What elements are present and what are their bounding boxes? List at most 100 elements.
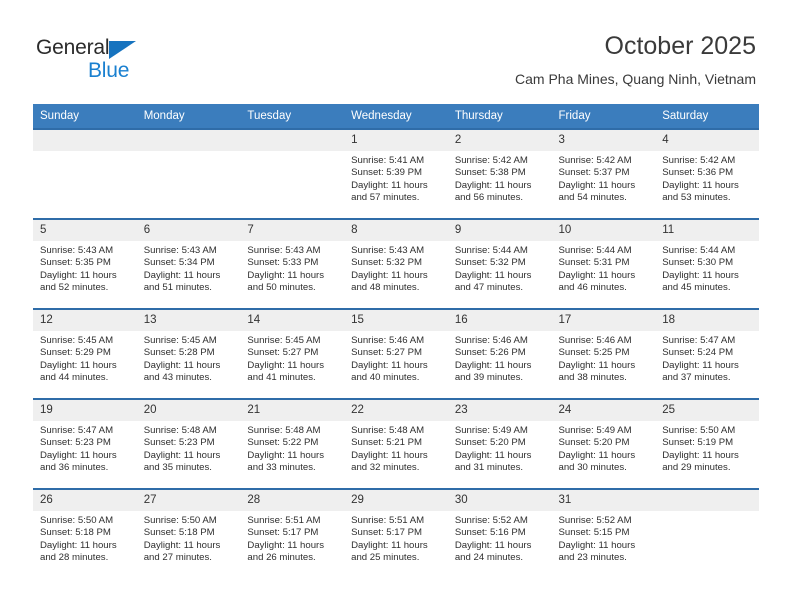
day-number: 16	[447, 310, 552, 331]
calendar-day-cell[interactable]: 22 Sunrise: 5:48 AM Sunset: 5:21 PM Dayligh…	[344, 398, 448, 489]
calendar-day-cell[interactable]: 19 Sunrise: 5:47 AM Sunset: 5:23 PM Dayligh…	[33, 398, 137, 489]
daylight-text-line2: and 40 minutes.	[351, 372, 420, 384]
day-details: Sunrise: 5:48 AM Sunset: 5:23 PM Daylight:…	[137, 421, 241, 475]
calendar-day-cell[interactable]: 13 Sunrise: 5:45 AM Sunset: 5:28 PM Dayligh…	[136, 308, 241, 399]
day-number: 7	[240, 220, 345, 241]
calendar-day-cell[interactable]: 10 Sunrise: 5:44 AM Sunset: 5:31 PM Dayligh…	[551, 218, 656, 309]
calendar-day-cell[interactable]: 3 Sunrise: 5:42 AM Sunset: 5:37 PM Daylight…	[551, 128, 656, 219]
daylight-text-line1: Daylight: 11 hours	[40, 539, 117, 551]
calendar-day-cell[interactable]: 5 Sunrise: 5:43 AM Sunset: 5:35 PM Daylight…	[33, 218, 137, 309]
sunset-text: Sunset: 5:34 PM	[143, 257, 215, 269]
sunset-text: Sunset: 5:29 PM	[40, 347, 111, 359]
calendar-day-cell[interactable]: 17 Sunrise: 5:46 AM Sunset: 5:25 PM Dayligh…	[551, 308, 656, 399]
day-details: Sunrise: 5:51 AM Sunset: 5:17 PM Daylight:…	[344, 511, 448, 565]
calendar-day-cell[interactable]: 8 Sunrise: 5:43 AM Sunset: 5:32 PM Daylight…	[344, 218, 448, 309]
title-block: October 2025 Cam Pha Mines, Quang Ninh, …	[515, 30, 756, 89]
calendar-day-cell[interactable]: 30 Sunrise: 5:52 AM Sunset: 5:16 PM Dayligh…	[447, 488, 552, 578]
calendar-day-cell[interactable]: 18 Sunrise: 5:47 AM Sunset: 5:24 PM Dayligh…	[655, 308, 759, 399]
sunrise-text: Sunrise: 5:47 AM	[662, 335, 736, 346]
brand-logo[interactable]: General Blue	[36, 36, 206, 88]
calendar-day-cell[interactable]: 7 Sunrise: 5:43 AM Sunset: 5:33 PM Daylight…	[240, 218, 345, 309]
calendar-day-cell[interactable]: 11 Sunrise: 5:44 AM Sunset: 5:30 PM Dayligh…	[655, 218, 759, 309]
calendar-day-cell[interactable]: 15 Sunrise: 5:46 AM Sunset: 5:27 PM Dayligh…	[344, 308, 448, 399]
daylight-text-line1: Daylight: 11 hours	[662, 269, 739, 281]
calendar-day-cell[interactable]: 12 Sunrise: 5:45 AM Sunset: 5:29 PM Dayligh…	[33, 308, 137, 399]
daylight-text-line1: Daylight: 11 hours	[454, 539, 532, 551]
daylight-text-line2: and 41 minutes.	[247, 372, 316, 384]
calendar-day-cell[interactable]: 27 Sunrise: 5:50 AM Sunset: 5:18 PM Dayligh…	[136, 488, 241, 578]
daylight-text-line1: Daylight: 11 hours	[143, 359, 221, 371]
calendar-day-cell[interactable]: 20 Sunrise: 5:48 AM Sunset: 5:23 PM Dayligh…	[136, 398, 241, 489]
daylight-text-line2: and 39 minutes.	[454, 372, 524, 384]
calendar-table: Sunday Monday Tuesday Wednesday Thursday…	[33, 104, 759, 578]
day-number: 27	[136, 490, 241, 511]
calendar-day-cell[interactable]: 23 Sunrise: 5:49 AM Sunset: 5:20 PM Dayligh…	[447, 398, 552, 489]
daylight-text-line2: and 52 minutes.	[40, 282, 109, 294]
weekday-header-wednesday: Wednesday	[344, 104, 448, 129]
calendar-day-cell[interactable]: 1 Sunrise: 5:41 AM Sunset: 5:39 PM Daylight…	[344, 128, 448, 219]
calendar-day-cell[interactable]: 16 Sunrise: 5:46 AM Sunset: 5:26 PM Dayligh…	[447, 308, 552, 399]
day-details: Sunrise: 5:47 AM Sunset: 5:24 PM Daylight:…	[655, 331, 759, 385]
calendar-day-cell[interactable]: 14 Sunrise: 5:45 AM Sunset: 5:27 PM Dayligh…	[240, 308, 345, 399]
calendar-week-row: 1 Sunrise: 5:41 AM Sunset: 5:39 PM Daylight…	[33, 128, 759, 219]
sunset-text: Sunset: 5:27 PM	[351, 347, 423, 359]
daylight-text-line1: Daylight: 11 hours	[247, 359, 325, 371]
sunrise-text: Sunrise: 5:51 AM	[351, 515, 425, 526]
sunrise-text: Sunrise: 5:48 AM	[351, 425, 425, 436]
sunset-text: Sunset: 5:35 PM	[40, 257, 111, 269]
day-details: Sunrise: 5:43 AM Sunset: 5:32 PM Daylight:…	[344, 241, 448, 295]
day-number: 14	[240, 310, 345, 331]
calendar-day-cell[interactable]: 9 Sunrise: 5:44 AM Sunset: 5:32 PM Daylight…	[447, 218, 552, 309]
day-details: Sunrise: 5:44 AM Sunset: 5:32 PM Daylight:…	[448, 241, 552, 295]
daylight-text-line2: and 43 minutes.	[143, 372, 212, 384]
sunset-text: Sunset: 5:33 PM	[247, 257, 319, 269]
daylight-text-line1: Daylight: 11 hours	[351, 269, 428, 281]
sunrise-text: Sunrise: 5:46 AM	[454, 335, 528, 346]
calendar-day-cell[interactable]: 25 Sunrise: 5:50 AM Sunset: 5:19 PM Dayligh…	[655, 398, 759, 489]
daylight-text-line1: Daylight: 11 hours	[40, 359, 117, 371]
calendar-day-cell[interactable]: 24 Sunrise: 5:49 AM Sunset: 5:20 PM Dayligh…	[551, 398, 656, 489]
calendar-day-cell[interactable]: 29 Sunrise: 5:51 AM Sunset: 5:17 PM Dayligh…	[344, 488, 448, 578]
calendar-week-row: 26 Sunrise: 5:50 AM Sunset: 5:18 PM Dayligh…	[33, 488, 759, 578]
daylight-text-line1: Daylight: 11 hours	[558, 449, 636, 461]
calendar-day-cell[interactable]: 2 Sunrise: 5:42 AM Sunset: 5:38 PM Daylight…	[447, 128, 552, 219]
day-details: Sunrise: 5:46 AM Sunset: 5:27 PM Daylight:…	[344, 331, 448, 385]
day-details: Sunrise: 5:51 AM Sunset: 5:17 PM Daylight:…	[240, 511, 344, 565]
calendar-day-cell[interactable]: 31 Sunrise: 5:52 AM Sunset: 5:15 PM Dayligh…	[551, 488, 656, 578]
daylight-text-line2: and 24 minutes.	[454, 552, 524, 564]
sunset-text: Sunset: 5:28 PM	[143, 347, 215, 359]
day-details: Sunrise: 5:49 AM Sunset: 5:20 PM Daylight:…	[552, 421, 656, 475]
page-subtitle: Cam Pha Mines, Quang Ninh, Vietnam	[515, 71, 756, 87]
day-number: 18	[655, 310, 759, 331]
calendar-day-cell[interactable]: 26 Sunrise: 5:50 AM Sunset: 5:18 PM Dayligh…	[33, 488, 137, 578]
day-number: 9	[447, 220, 552, 241]
daylight-text-line2: and 54 minutes.	[558, 192, 627, 204]
sunset-text: Sunset: 5:15 PM	[558, 527, 630, 539]
daylight-text-line2: and 35 minutes.	[143, 462, 212, 474]
sunrise-text: Sunrise: 5:49 AM	[454, 425, 528, 436]
calendar-day-cell[interactable]: 4 Sunrise: 5:42 AM Sunset: 5:36 PM Daylight…	[655, 128, 759, 219]
day-number: 29	[344, 490, 448, 511]
day-number: 25	[655, 400, 759, 421]
daylight-text-line1: Daylight: 11 hours	[662, 449, 739, 461]
sunset-text: Sunset: 5:23 PM	[40, 437, 111, 449]
daylight-text-line2: and 44 minutes.	[40, 372, 109, 384]
sunrise-text: Sunrise: 5:43 AM	[351, 245, 425, 256]
day-number: 17	[551, 310, 656, 331]
day-number: 26	[33, 490, 137, 511]
day-number: 10	[551, 220, 656, 241]
calendar-day-cell[interactable]: 6 Sunrise: 5:43 AM Sunset: 5:34 PM Daylight…	[136, 218, 241, 309]
day-details: Sunrise: 5:41 AM Sunset: 5:39 PM Daylight:…	[344, 151, 448, 205]
weekday-header-tuesday: Tuesday	[240, 104, 345, 129]
daylight-text-line2: and 30 minutes.	[558, 462, 627, 474]
calendar-day-cell[interactable]: 28 Sunrise: 5:51 AM Sunset: 5:17 PM Dayligh…	[240, 488, 345, 578]
sunrise-text: Sunrise: 5:52 AM	[558, 515, 632, 526]
sunrise-text: Sunrise: 5:50 AM	[143, 515, 217, 526]
day-details: Sunrise: 5:48 AM Sunset: 5:21 PM Daylight:…	[344, 421, 448, 475]
calendar-day-cell[interactable]: 21 Sunrise: 5:48 AM Sunset: 5:22 PM Dayligh…	[240, 398, 345, 489]
day-details: Sunrise: 5:44 AM Sunset: 5:31 PM Daylight:…	[552, 241, 656, 295]
day-details: Sunrise: 5:45 AM Sunset: 5:28 PM Daylight:…	[137, 331, 241, 385]
day-number: 22	[344, 400, 448, 421]
sunrise-text: Sunrise: 5:48 AM	[143, 425, 217, 436]
day-number: 28	[240, 490, 345, 511]
